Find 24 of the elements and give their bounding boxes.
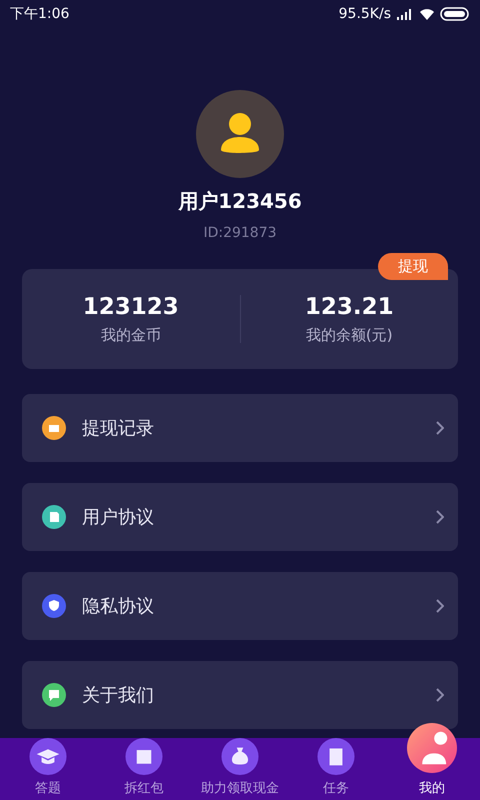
tab[interactable]: 任务: [288, 738, 384, 800]
stat-value: 123123: [82, 294, 179, 320]
network-speed: 95.5K/s: [338, 6, 391, 22]
chevron-icon: [436, 688, 444, 702]
menu-item[interactable]: 关于我们: [22, 661, 458, 729]
person-icon: [407, 723, 457, 773]
menu-item[interactable]: 提现记录: [22, 394, 458, 462]
user-name: 用户123456: [178, 188, 302, 215]
chevron-icon: [436, 599, 444, 613]
signal-icon: [396, 8, 414, 20]
user-id: ID:291873: [203, 225, 277, 241]
tab[interactable]: 助力领取现金: [192, 738, 288, 800]
tab[interactable]: 拆红包: [96, 738, 192, 800]
wifi-icon: [419, 8, 435, 20]
battery-icon: [440, 7, 470, 21]
menu-item[interactable]: 用户协议: [22, 483, 458, 551]
stat-value: 123.21: [304, 294, 394, 320]
chevron-icon: [436, 510, 444, 524]
status-time: 下午1:06: [10, 5, 70, 23]
chevron-icon: [436, 421, 444, 435]
tab[interactable]: 答题: [0, 738, 96, 800]
menu-item[interactable]: 隐私协议: [22, 572, 458, 640]
stat-label: 我的余额(元): [306, 326, 393, 344]
stat-label: 我的金币: [100, 326, 161, 344]
